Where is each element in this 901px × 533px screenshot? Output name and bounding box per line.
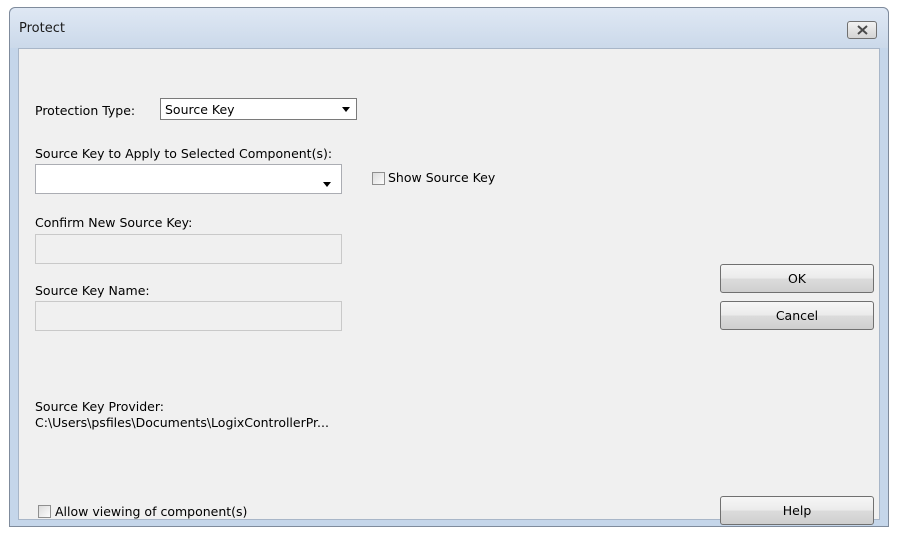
show-source-key-label: Show Source Key (388, 170, 496, 185)
confirm-key-label: Confirm New Source Key: (35, 215, 193, 230)
protection-type-value: Source Key (165, 102, 235, 117)
title-bar: Protect (10, 8, 888, 48)
provider-path: C:\Users\psfiles\Documents\LogixControll… (35, 415, 329, 430)
allow-viewing-label: Allow viewing of component(s) (55, 504, 248, 519)
protection-type-select[interactable]: Source Key (160, 98, 357, 120)
close-button[interactable] (847, 21, 877, 39)
dialog-body: Protection Type: Source Key Source Key t… (18, 48, 880, 525)
source-key-combobox[interactable] (35, 164, 342, 194)
chevron-down-icon (323, 182, 331, 187)
chevron-down-icon (342, 107, 350, 112)
protect-dialog: Protect Protection Type: Source Key Sour… (9, 7, 889, 527)
help-button[interactable]: Help (720, 496, 874, 525)
key-name-field[interactable] (35, 301, 342, 331)
key-name-label: Source Key Name: (35, 283, 150, 298)
source-key-label: Source Key to Apply to Selected Componen… (35, 146, 333, 161)
protection-type-label: Protection Type: (35, 103, 136, 118)
close-x-icon (856, 25, 868, 35)
cancel-button[interactable]: Cancel (720, 301, 874, 330)
allow-viewing-checkbox[interactable] (38, 505, 51, 518)
provider-label: Source Key Provider: (35, 399, 164, 414)
dialog-title: Protect (19, 21, 65, 36)
ok-button[interactable]: OK (720, 264, 874, 293)
confirm-key-field[interactable] (35, 234, 342, 264)
show-source-key-checkbox[interactable] (372, 172, 385, 185)
